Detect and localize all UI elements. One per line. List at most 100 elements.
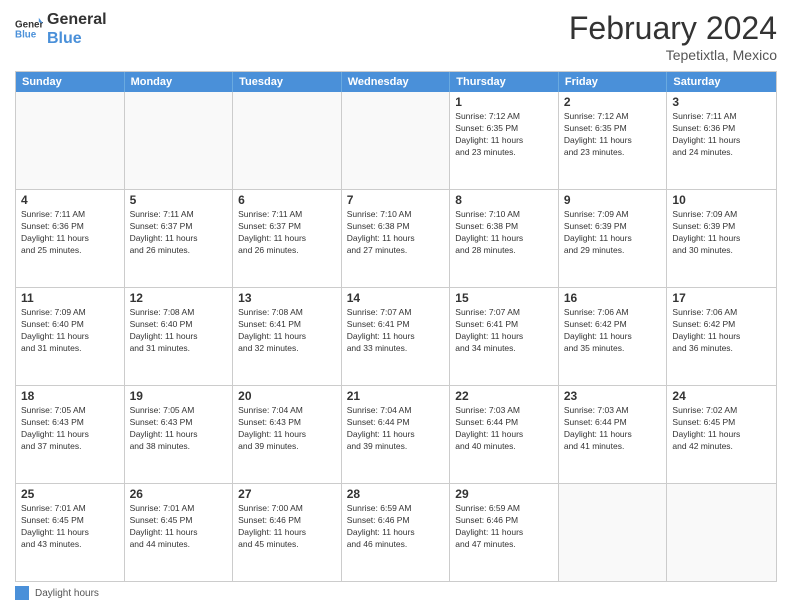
calendar-cell: 11 Sunrise: 7:09 AMSunset: 6:40 PMDayligh… <box>16 288 125 385</box>
calendar-cell: 10Sunrise: 7:09 AMSunset: 6:39 PMDayligh… <box>667 190 776 287</box>
calendar-header-cell-saturday: Saturday <box>667 72 776 92</box>
calendar-cell: 29 Sunrise: 6:59 AMSunset: 6:46 PMDayligh… <box>450 484 559 581</box>
svg-text:Blue: Blue <box>15 30 37 41</box>
title-block: February 2024 Tepetixtla, Mexico <box>569 10 777 63</box>
calendar-week-3: 11 Sunrise: 7:09 AMSunset: 6:40 PMDayligh… <box>16 288 776 386</box>
day-number: 26 <box>130 487 228 501</box>
day-info: Sunrise: 7:09 AMSunset: 6:39 PMDaylight:… <box>564 209 662 257</box>
logo-icon: General Blue <box>15 15 43 43</box>
day-number: 27 <box>238 487 336 501</box>
day-info: Sunrise: 7:10 AMSunset: 6:38 PMDaylight:… <box>347 209 445 257</box>
day-info: Sunrise: 7:11 AMSunset: 6:36 PMDaylight:… <box>672 111 771 159</box>
day-info: Sunrise: 7:00 AMSunset: 6:46 PMDaylight:… <box>238 503 336 551</box>
day-info: Sunrise: 7:03 AMSunset: 6:44 PMDaylight:… <box>455 405 553 453</box>
day-number: 12 <box>130 291 228 305</box>
calendar-week-4: 18 Sunrise: 7:05 AMSunset: 6:43 PMDayligh… <box>16 386 776 484</box>
day-info: Sunrise: 7:07 AMSunset: 6:41 PMDaylight:… <box>455 307 553 355</box>
day-number: 24 <box>672 389 771 403</box>
calendar: SundayMondayTuesdayWednesdayThursdayFrid… <box>15 71 777 582</box>
calendar-cell: 15 Sunrise: 7:07 AMSunset: 6:41 PMDayligh… <box>450 288 559 385</box>
calendar-cell: 26 Sunrise: 7:01 AMSunset: 6:45 PMDayligh… <box>125 484 234 581</box>
day-info: Sunrise: 7:07 AMSunset: 6:41 PMDaylight:… <box>347 307 445 355</box>
day-number: 15 <box>455 291 553 305</box>
day-number: 3 <box>672 95 771 109</box>
calendar-header-cell-friday: Friday <box>559 72 668 92</box>
logo: General Blue General Blue <box>15 10 107 48</box>
day-info: Sunrise: 7:09 AMSunset: 6:40 PMDaylight:… <box>21 307 119 355</box>
day-number: 23 <box>564 389 662 403</box>
calendar-cell <box>16 92 125 189</box>
day-number: 17 <box>672 291 771 305</box>
day-number: 4 <box>21 193 119 207</box>
calendar-cell: 13 Sunrise: 7:08 AMSunset: 6:41 PMDayligh… <box>233 288 342 385</box>
day-number: 21 <box>347 389 445 403</box>
calendar-week-1: 1 Sunrise: 7:12 AMSunset: 6:35 PMDaylight… <box>16 92 776 190</box>
day-info: Sunrise: 7:02 AMSunset: 6:45 PMDaylight:… <box>672 405 771 453</box>
calendar-cell <box>342 92 451 189</box>
calendar-header-cell-monday: Monday <box>125 72 234 92</box>
day-number: 5 <box>130 193 228 207</box>
legend-label: Daylight hours <box>35 588 99 599</box>
calendar-cell: 16 Sunrise: 7:06 AMSunset: 6:42 PMDayligh… <box>559 288 668 385</box>
legend: Daylight hours <box>15 582 777 602</box>
calendar-cell: 9 Sunrise: 7:09 AMSunset: 6:39 PMDaylight… <box>559 190 668 287</box>
day-number: 25 <box>21 487 119 501</box>
calendar-cell: 20Sunrise: 7:04 AMSunset: 6:43 PMDayligh… <box>233 386 342 483</box>
day-number: 13 <box>238 291 336 305</box>
calendar-header-cell-tuesday: Tuesday <box>233 72 342 92</box>
calendar-week-5: 25 Sunrise: 7:01 AMSunset: 6:45 PMDayligh… <box>16 484 776 581</box>
day-number: 8 <box>455 193 553 207</box>
logo-text-line1: General <box>47 10 107 29</box>
day-number: 2 <box>564 95 662 109</box>
calendar-cell: 19 Sunrise: 7:05 AMSunset: 6:43 PMDayligh… <box>125 386 234 483</box>
calendar-header-cell-sunday: Sunday <box>16 72 125 92</box>
calendar-cell: 4 Sunrise: 7:11 AMSunset: 6:36 PMDaylight… <box>16 190 125 287</box>
day-number: 18 <box>21 389 119 403</box>
day-info: Sunrise: 7:03 AMSunset: 6:44 PMDaylight:… <box>564 405 662 453</box>
calendar-cell: 14 Sunrise: 7:07 AMSunset: 6:41 PMDayligh… <box>342 288 451 385</box>
calendar-cell <box>125 92 234 189</box>
calendar-cell: 6Sunrise: 7:11 AMSunset: 6:37 PMDaylight… <box>233 190 342 287</box>
day-info: Sunrise: 7:05 AMSunset: 6:43 PMDaylight:… <box>130 405 228 453</box>
day-number: 20 <box>238 389 336 403</box>
calendar-cell: 21 Sunrise: 7:04 AMSunset: 6:44 PMDayligh… <box>342 386 451 483</box>
day-number: 16 <box>564 291 662 305</box>
page: General Blue General Blue February 2024 … <box>0 0 792 612</box>
day-number: 9 <box>564 193 662 207</box>
day-number: 28 <box>347 487 445 501</box>
day-number: 14 <box>347 291 445 305</box>
calendar-header-cell-thursday: Thursday <box>450 72 559 92</box>
calendar-cell: 2 Sunrise: 7:12 AMSunset: 6:35 PMDaylight… <box>559 92 668 189</box>
calendar-week-2: 4 Sunrise: 7:11 AMSunset: 6:36 PMDaylight… <box>16 190 776 288</box>
day-info: Sunrise: 6:59 AMSunset: 6:46 PMDaylight:… <box>347 503 445 551</box>
calendar-cell: 27 Sunrise: 7:00 AMSunset: 6:46 PMDayligh… <box>233 484 342 581</box>
calendar-cell <box>559 484 668 581</box>
day-number: 29 <box>455 487 553 501</box>
day-number: 10 <box>672 193 771 207</box>
day-info: Sunrise: 7:04 AMSunset: 6:44 PMDaylight:… <box>347 405 445 453</box>
day-info: Sunrise: 7:08 AMSunset: 6:41 PMDaylight:… <box>238 307 336 355</box>
day-info: Sunrise: 7:10 AMSunset: 6:38 PMDaylight:… <box>455 209 553 257</box>
day-info: Sunrise: 7:01 AMSunset: 6:45 PMDaylight:… <box>130 503 228 551</box>
day-info: Sunrise: 7:06 AMSunset: 6:42 PMDaylight:… <box>564 307 662 355</box>
calendar-body: 1 Sunrise: 7:12 AMSunset: 6:35 PMDaylight… <box>16 92 776 581</box>
day-info: Sunrise: 7:12 AMSunset: 6:35 PMDaylight:… <box>564 111 662 159</box>
day-info: Sunrise: 7:12 AMSunset: 6:35 PMDaylight:… <box>455 111 553 159</box>
day-info: Sunrise: 7:11 AMSunset: 6:36 PMDaylight:… <box>21 209 119 257</box>
day-number: 6 <box>238 193 336 207</box>
calendar-cell: 23 Sunrise: 7:03 AMSunset: 6:44 PMDayligh… <box>559 386 668 483</box>
calendar-cell: 7Sunrise: 7:10 AMSunset: 6:38 PMDaylight… <box>342 190 451 287</box>
calendar-cell: 25Sunrise: 7:01 AMSunset: 6:45 PMDayligh… <box>16 484 125 581</box>
calendar-cell: 12 Sunrise: 7:08 AMSunset: 6:40 PMDayligh… <box>125 288 234 385</box>
day-info: Sunrise: 7:08 AMSunset: 6:40 PMDaylight:… <box>130 307 228 355</box>
calendar-title: February 2024 <box>569 10 777 47</box>
day-number: 19 <box>130 389 228 403</box>
calendar-cell: 22Sunrise: 7:03 AMSunset: 6:44 PMDayligh… <box>450 386 559 483</box>
day-info: Sunrise: 7:06 AMSunset: 6:42 PMDaylight:… <box>672 307 771 355</box>
day-info: Sunrise: 7:05 AMSunset: 6:43 PMDaylight:… <box>21 405 119 453</box>
calendar-cell: 3 Sunrise: 7:11 AMSunset: 6:36 PMDaylight… <box>667 92 776 189</box>
day-info: Sunrise: 6:59 AMSunset: 6:46 PMDaylight:… <box>455 503 553 551</box>
day-number: 11 <box>21 291 119 305</box>
day-number: 1 <box>455 95 553 109</box>
legend-color-box <box>15 586 29 600</box>
